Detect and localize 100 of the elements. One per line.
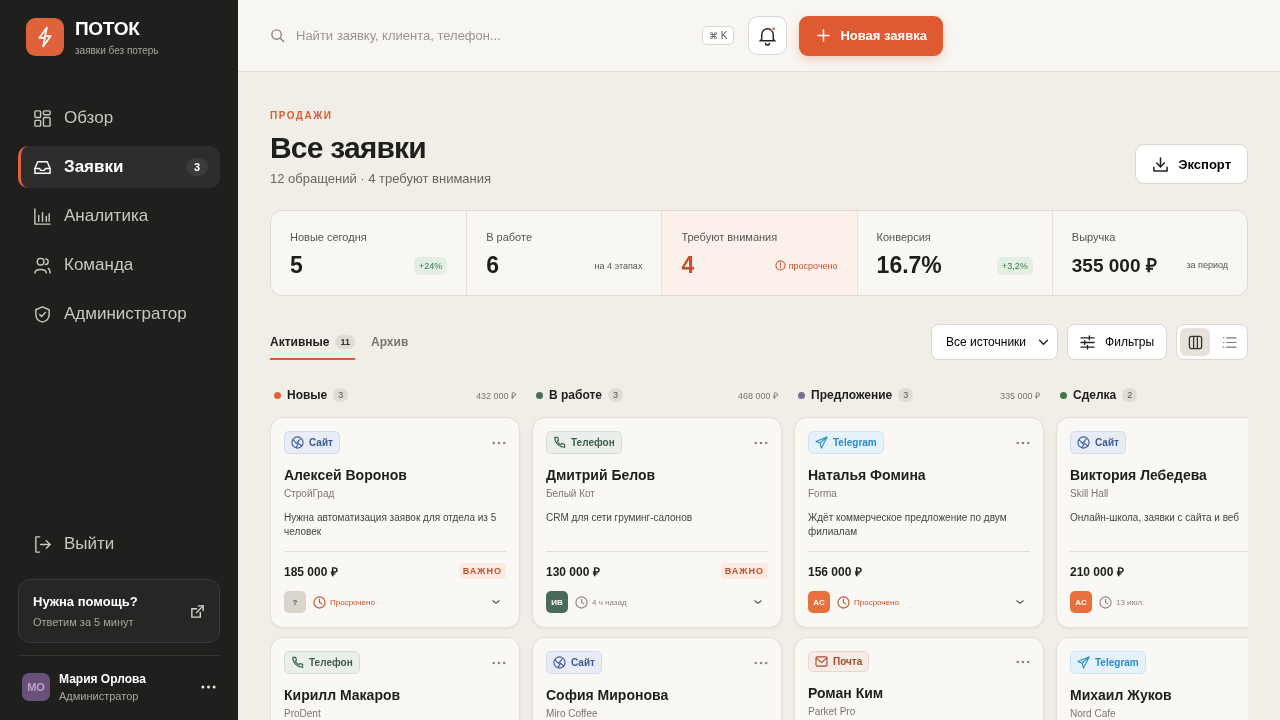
brand-tagline: заявки без потерь [75, 45, 159, 56]
company-name: Nord Cafe [1070, 708, 1117, 719]
nav-item[interactable]: Обзор [18, 97, 220, 139]
user-role: Администратор [59, 690, 140, 702]
nav-item[interactable]: Заявки 3 [18, 146, 220, 188]
phone-icon [553, 436, 566, 449]
request-card[interactable]: Telegram Михаил Жуков Nord Cafe [1056, 637, 1248, 720]
request-card[interactable]: Почта Роман Ким Parket Pro [794, 637, 1044, 720]
globe-icon [553, 656, 566, 669]
time-label: 4 ч назад [592, 597, 627, 607]
column-total: 468 000 ₽ [737, 389, 778, 402]
source-tag: Телефон [284, 651, 360, 674]
stat-label: В работе [486, 231, 534, 243]
request-card[interactable]: Телефон Кирилл Макаров ProDent [270, 637, 520, 720]
tab[interactable]: Активные 11 [270, 333, 355, 360]
column-title: Новые [287, 388, 328, 402]
client-name: Кирилл Макаров [284, 687, 402, 703]
assignee-avatar: ИВ [546, 591, 568, 613]
trend-badge: +24% [413, 256, 448, 275]
deal-amount: 156 000 ₽ [808, 563, 862, 580]
company-name: Белый Кот [546, 488, 596, 499]
time-label: Просрочено [330, 597, 375, 607]
nav-item[interactable]: Администратор [18, 293, 220, 335]
client-name: Дмитрий Белов [546, 467, 657, 483]
new-request-button[interactable]: Новая заявка [799, 15, 943, 56]
stat-value: 6 [486, 252, 499, 279]
user-name: Мария Орлова [59, 672, 147, 686]
count-badge: 11 [335, 334, 355, 349]
chevron-down-icon[interactable] [492, 600, 500, 604]
company-name: Parket Pro [808, 706, 857, 717]
deal-amount: 130 000 ₽ [546, 563, 600, 580]
company-name: СтройГрад [284, 488, 336, 499]
column-total: 432 000 ₽ [475, 389, 516, 402]
assignee-avatar: АС [808, 591, 830, 613]
count-badge: 3 [185, 158, 208, 176]
clock-icon [1099, 595, 1112, 609]
list-icon [1221, 334, 1237, 350]
chevron-down-icon[interactable] [754, 600, 762, 604]
tab[interactable]: Архив [371, 333, 409, 360]
stat-label: Конверсия [876, 231, 932, 243]
deal-amount: 210 000 ₽ [1070, 563, 1124, 580]
request-description: Онлайн-школа, заявки с сайта и веб [1070, 511, 1248, 552]
stat-note: на 4 этапах [594, 260, 643, 271]
time-label: 13 июл. [1116, 597, 1145, 607]
column-title: В работе [549, 388, 602, 402]
source-dropdown[interactable]: Все источники [931, 324, 1059, 360]
logo-icon [26, 18, 64, 56]
search-icon [270, 28, 285, 43]
chevron-down-icon[interactable] [1016, 600, 1024, 604]
count-badge: 3 [333, 388, 349, 402]
brand-name: ПОТОК [75, 18, 141, 40]
request-card[interactable]: Телефон Дмитрий Белов Белый Кот CRM для сети груминг-салонов 130 000 ₽ ВАЖНО ИВ 4 ч назад [532, 417, 782, 628]
assignee-avatar: ? [284, 591, 306, 613]
trend-badge: +3,2% [997, 256, 1033, 275]
help-subtitle: Ответим за 5 минут [33, 616, 135, 628]
company-name: Skill Hall [1070, 488, 1110, 499]
client-name: Наталья Фомина [808, 467, 927, 483]
nav-item[interactable]: Аналитика [18, 195, 220, 237]
page-title: Все заявки [270, 131, 427, 165]
grid-icon [33, 108, 52, 128]
page-subtitle: 12 обращений · 4 требуют внимания [270, 171, 492, 186]
request-description: Ждёт коммерческое предложение по двум филиалам [808, 511, 1030, 552]
source-tag: Сайт [546, 651, 602, 674]
request-card[interactable]: Telegram Наталья Фомина Forma Ждёт коммерческое предложение по двум филиалам 156 000 ₽ АС Просрочено [794, 417, 1044, 628]
filters-button[interactable]: Фильтры [1067, 324, 1167, 360]
help-card[interactable]: Нужна помощь? Ответим за 5 минут [18, 579, 220, 643]
nav-item[interactable]: Команда [18, 244, 220, 286]
source-tag: Сайт [284, 431, 340, 454]
column-title: Сделка [1073, 388, 1117, 402]
stat-value: 4 [681, 252, 695, 279]
sliders-icon [1080, 334, 1096, 350]
notifications-button[interactable] [748, 16, 788, 55]
stat-note: за период [1186, 260, 1228, 270]
clock-icon [313, 595, 326, 609]
stat-value: 5 [290, 252, 303, 279]
envelope-icon [815, 656, 828, 667]
count-badge: 3 [898, 388, 914, 402]
logout-link[interactable]: Выйти [18, 529, 220, 559]
more-icon[interactable] [201, 685, 216, 689]
request-card[interactable]: Сайт София Миронова Miro Coffee [532, 637, 782, 720]
source-tag: Почта [808, 651, 870, 672]
plus-icon [817, 29, 831, 42]
client-name: Роман Ким [808, 685, 885, 701]
stat-value: 16.7% [876, 252, 942, 279]
priority-tag: ВАЖНО [458, 563, 506, 579]
company-name: Miro Coffee [546, 708, 599, 719]
request-card[interactable]: Сайт Алексей Воронов СтройГрад Нужна автоматизация заявок для отдела из 5 человек 185 000 ₽ ВАЖНО ? Просрочено [270, 417, 520, 628]
client-name: Виктория Лебедева [1070, 467, 1208, 483]
company-name: Forma [808, 488, 838, 499]
globe-icon [1077, 436, 1090, 449]
request-card[interactable]: Сайт Виктория Лебедева Skill Hall Онлайн-школа, заявки с сайта и веб 210 000 ₽ АС 13 июл. [1056, 417, 1248, 628]
board-view-button[interactable] [1180, 328, 1210, 356]
alert-icon [774, 260, 786, 271]
client-name: Алексей Воронов [284, 467, 408, 483]
client-name: София Миронова [546, 687, 670, 703]
stat-label: Новые сегодня [290, 231, 368, 243]
external-link-icon [190, 603, 205, 619]
export-button[interactable]: Экспорт [1135, 144, 1248, 184]
search-field[interactable]: Найти заявку, клиента, телефон... [270, 27, 690, 44]
time-label: Просрочено [854, 597, 899, 607]
